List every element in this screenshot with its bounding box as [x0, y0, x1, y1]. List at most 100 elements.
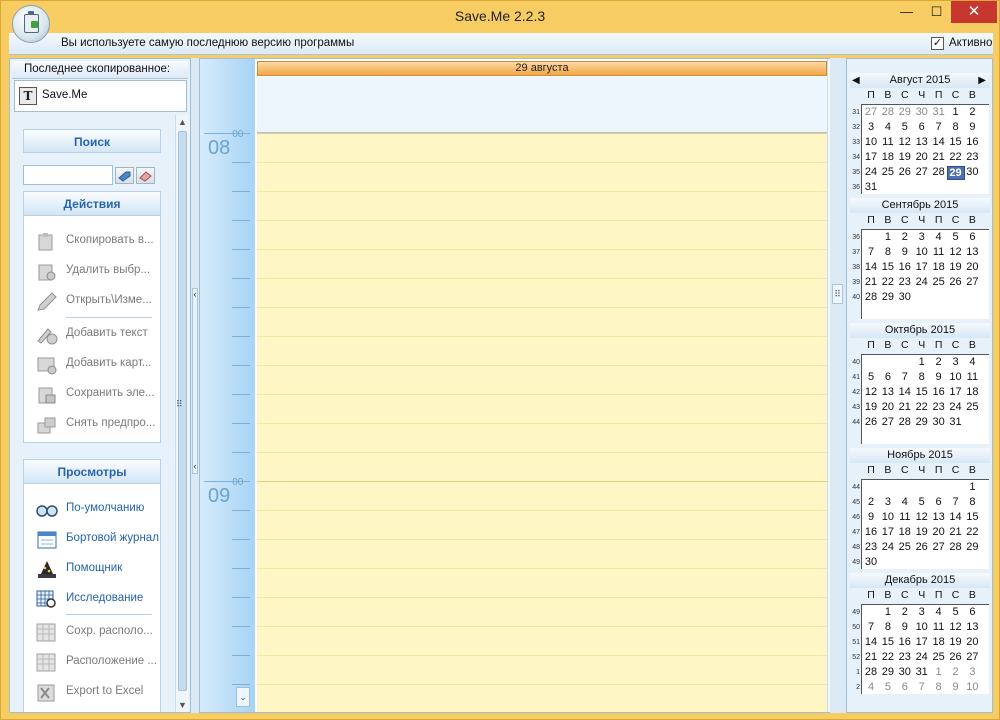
- day-cell[interactable]: 20: [879, 401, 897, 413]
- week-number[interactable]: 48: [849, 544, 860, 551]
- day-cell[interactable]: 26: [947, 651, 965, 663]
- day-cell[interactable]: 5: [879, 681, 897, 693]
- day-cell[interactable]: 24: [879, 541, 897, 553]
- next-month-icon[interactable]: ▶: [978, 73, 986, 88]
- view-assistant[interactable]: Помощник: [24, 554, 160, 584]
- day-cell[interactable]: 21: [947, 526, 965, 538]
- day-cell[interactable]: 12: [947, 621, 965, 633]
- day-cell[interactable]: 9: [896, 246, 914, 258]
- week-number[interactable]: 47: [849, 529, 860, 536]
- day-cell[interactable]: 8: [879, 621, 897, 633]
- view-logbook[interactable]: Бортовой журнал: [24, 524, 160, 554]
- day-cell[interactable]: 13: [930, 511, 948, 523]
- day-cell[interactable]: 12: [913, 511, 931, 523]
- day-cell[interactable]: 29: [896, 106, 914, 118]
- view-layout[interactable]: Расположение ...: [24, 647, 160, 677]
- day-cell[interactable]: 17: [947, 386, 965, 398]
- day-cell[interactable]: 16: [896, 261, 914, 273]
- week-number[interactable]: 1: [849, 669, 860, 676]
- splitter-grip-icon[interactable]: ⠿: [176, 399, 183, 410]
- day-cell[interactable]: 7: [930, 121, 948, 133]
- all-day-area[interactable]: [257, 77, 827, 133]
- view-research[interactable]: Исследование: [24, 584, 160, 614]
- day-cell[interactable]: 7: [947, 496, 965, 508]
- day-cell[interactable]: 20: [963, 261, 981, 273]
- day-cell[interactable]: 28: [862, 666, 880, 678]
- day-cell[interactable]: 31: [930, 106, 948, 118]
- minimize-button[interactable]: —: [891, 1, 922, 23]
- day-cell[interactable]: 31: [862, 181, 880, 193]
- time-slots[interactable]: [257, 133, 827, 712]
- week-number[interactable]: 38: [849, 264, 860, 271]
- day-cell[interactable]: 21: [930, 151, 948, 163]
- day-cell[interactable]: 20: [930, 526, 948, 538]
- day-cell[interactable]: 25: [930, 276, 948, 288]
- day-cell[interactable]: 9: [896, 621, 914, 633]
- day-cell[interactable]: 4: [862, 681, 880, 693]
- left-splitter[interactable]: ‹ ‹: [191, 58, 199, 713]
- day-cell[interactable]: 7: [896, 371, 914, 383]
- day-cell[interactable]: 18: [930, 636, 948, 648]
- day-cell[interactable]: 4: [963, 356, 981, 368]
- day-cell[interactable]: 27: [963, 651, 981, 663]
- view-export-excel[interactable]: Export to Excel: [24, 677, 160, 707]
- day-cell[interactable]: 7: [862, 246, 880, 258]
- day-cell[interactable]: 24: [913, 276, 931, 288]
- day-cell[interactable]: 8: [947, 121, 965, 133]
- day-cell[interactable]: 2: [896, 606, 914, 618]
- day-cell[interactable]: 19: [896, 151, 914, 163]
- day-cell[interactable]: 18: [963, 386, 981, 398]
- day-cell[interactable]: 25: [879, 166, 897, 178]
- week-number[interactable]: 50: [849, 624, 860, 631]
- week-number[interactable]: 49: [849, 609, 860, 616]
- day-cell[interactable]: 14: [862, 261, 880, 273]
- day-cell[interactable]: 11: [930, 246, 948, 258]
- day-cell[interactable]: 27: [930, 541, 948, 553]
- day-cell[interactable]: 26: [947, 276, 965, 288]
- today-cell[interactable]: 29: [946, 166, 965, 180]
- day-cell[interactable]: 22: [947, 151, 965, 163]
- day-cell[interactable]: 6: [896, 681, 914, 693]
- day-cell[interactable]: 6: [930, 496, 948, 508]
- day-cell[interactable]: 14: [862, 636, 880, 648]
- day-cell[interactable]: 14: [896, 386, 914, 398]
- scroll-thumb[interactable]: [178, 131, 187, 691]
- day-cell[interactable]: 30: [862, 556, 880, 568]
- day-cell[interactable]: 11: [896, 511, 914, 523]
- day-cell[interactable]: 2: [896, 231, 914, 243]
- day-cell[interactable]: 26: [862, 416, 880, 428]
- day-cell[interactable]: 2: [862, 496, 880, 508]
- day-cell[interactable]: 23: [896, 651, 914, 663]
- last-copied-item[interactable]: T Save.Me: [14, 80, 187, 112]
- day-cell[interactable]: 29: [879, 666, 897, 678]
- day-cell[interactable]: 22: [879, 651, 897, 663]
- eraser-icon[interactable]: [136, 167, 155, 184]
- day-cell[interactable]: 12: [862, 386, 880, 398]
- day-cell[interactable]: 3: [913, 231, 931, 243]
- day-cell[interactable]: 29: [963, 541, 981, 553]
- day-cell[interactable]: 13: [879, 386, 897, 398]
- day-cell[interactable]: 8: [913, 371, 931, 383]
- day-cell[interactable]: 13: [963, 246, 981, 258]
- day-cell[interactable]: 26: [896, 166, 914, 178]
- day-cell[interactable]: 12: [896, 136, 914, 148]
- day-cell[interactable]: 2: [963, 106, 981, 118]
- day-cell[interactable]: 20: [913, 151, 931, 163]
- day-cell[interactable]: 1: [913, 356, 931, 368]
- day-cell[interactable]: 17: [862, 151, 880, 163]
- day-cell[interactable]: 13: [963, 621, 981, 633]
- week-number[interactable]: 41: [849, 374, 860, 381]
- search-go-icon[interactable]: [115, 167, 134, 184]
- active-checkbox[interactable]: ✓: [931, 37, 944, 50]
- day-cell[interactable]: 4: [879, 121, 897, 133]
- day-cell[interactable]: 17: [913, 261, 931, 273]
- week-number[interactable]: 43: [849, 404, 860, 411]
- day-cell[interactable]: 1: [963, 481, 981, 493]
- day-cell[interactable]: 19: [947, 261, 965, 273]
- day-cell[interactable]: 28: [947, 541, 965, 553]
- day-cell[interactable]: 30: [913, 106, 931, 118]
- day-cell[interactable]: 7: [913, 681, 931, 693]
- day-cell[interactable]: 16: [862, 526, 880, 538]
- action-delete-selected[interactable]: Удалить выбр...: [24, 256, 160, 286]
- action-add-text[interactable]: Добавить текст: [24, 319, 160, 349]
